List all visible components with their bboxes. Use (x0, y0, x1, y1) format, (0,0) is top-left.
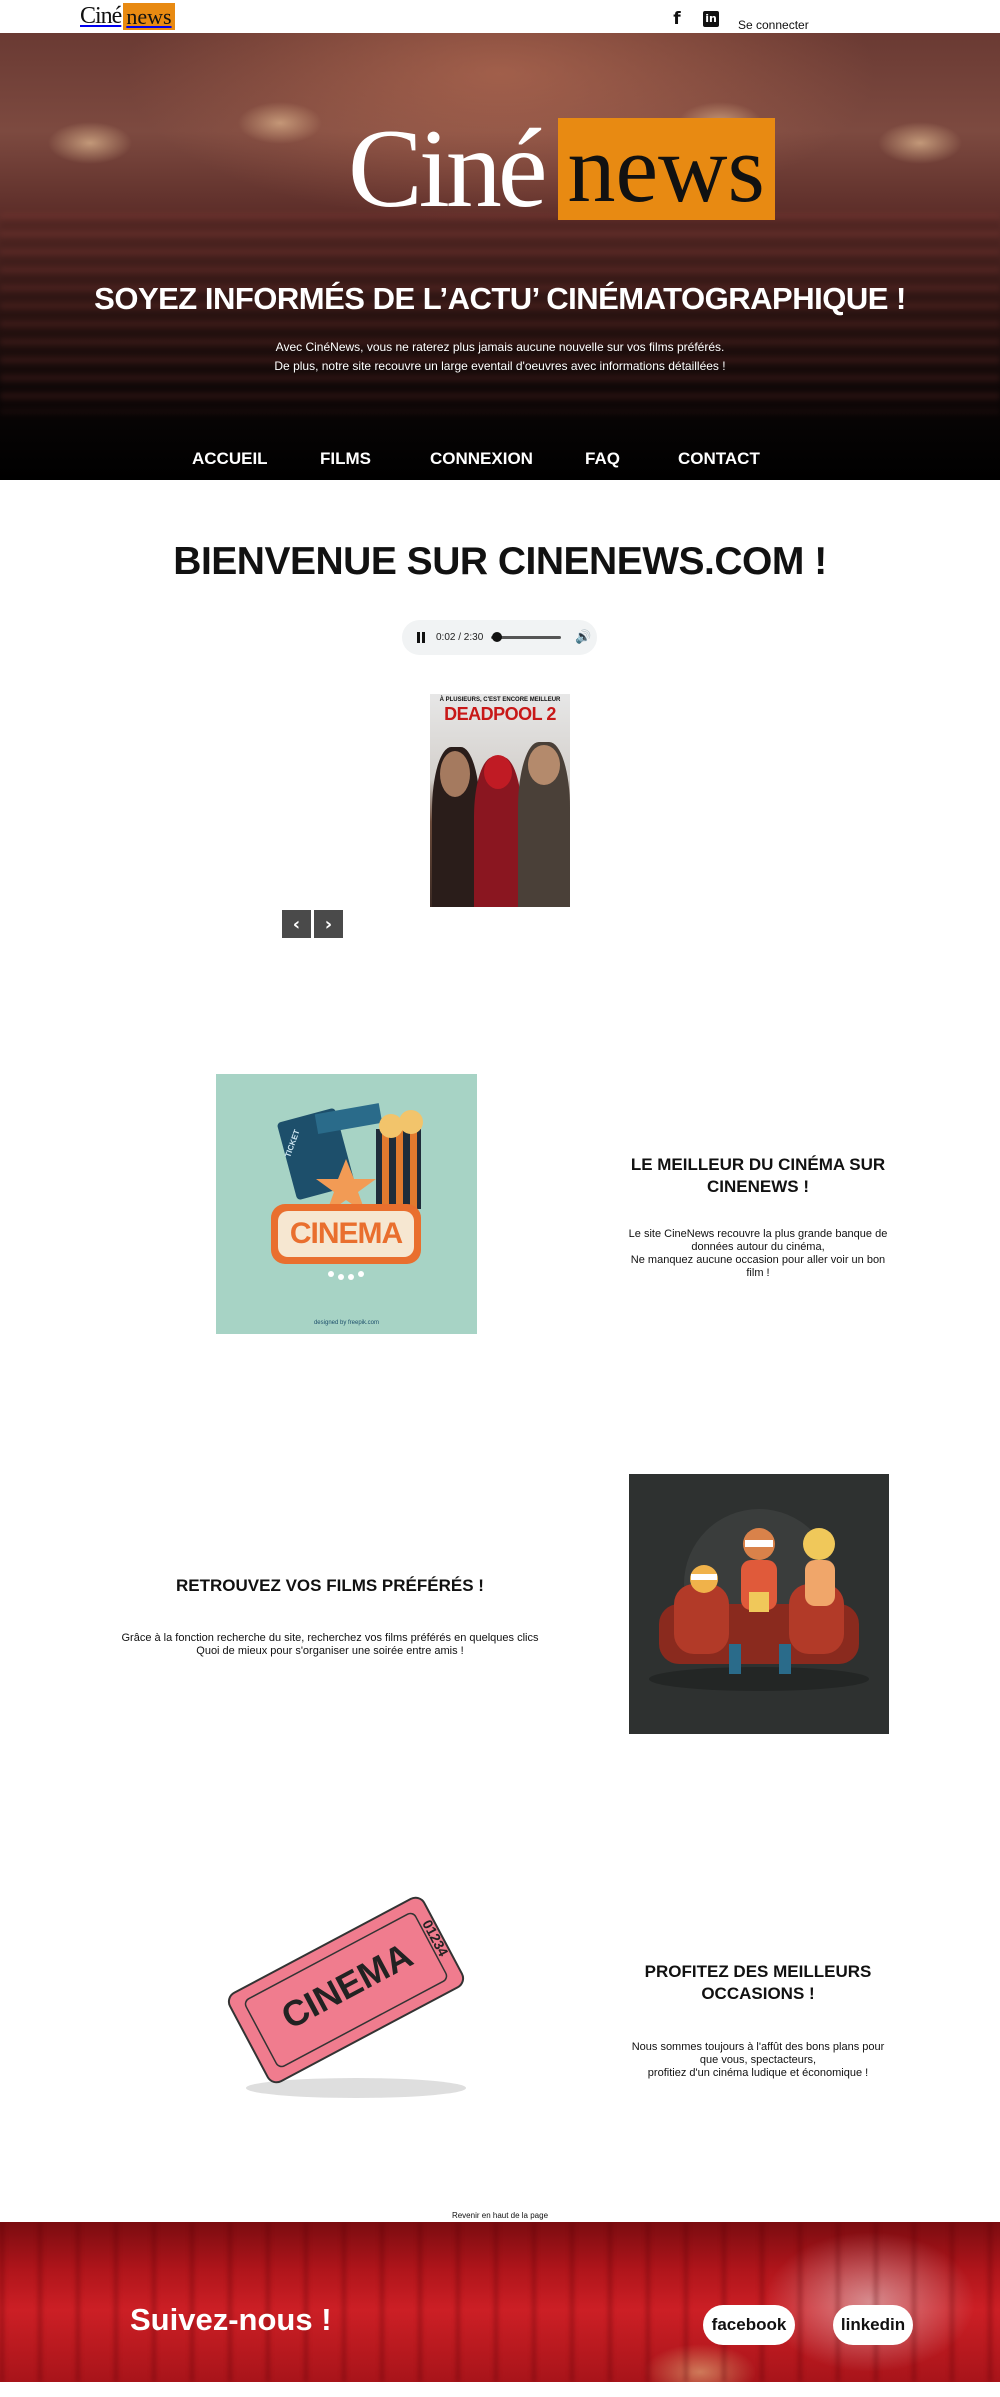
nav-item-films[interactable]: FILMS (320, 449, 371, 469)
poster-figure (484, 755, 512, 789)
audio-seek-bar[interactable] (491, 632, 562, 642)
carousel-prev-button[interactable]: ‹ (282, 910, 311, 938)
section1-text-line: film ! (746, 1267, 770, 1279)
hero-logo-cine: Ciné (348, 107, 548, 231)
section1-text-line: Ne manquez aucune occasion pour aller vo… (630, 1254, 886, 1266)
audio-seek-thumb[interactable] (492, 632, 503, 642)
section2-text-line: Grâce à la fonction recherche du site, r… (121, 1632, 539, 1644)
welcome-title: BIENVENUE SUR CINENEWS.COM ! (173, 540, 827, 583)
hero-title: SOYEZ INFORMÉS DE L’ACTU’ CINÉMATOGRAPHI… (94, 281, 906, 316)
nav-item-faq[interactable]: FAQ (585, 449, 620, 469)
linkedin-icon-glyph: in (703, 11, 719, 27)
section1-text-line: Le site CineNews recouvre la plus grande… (628, 1228, 888, 1240)
section3-title: PROFITEZ DES MEILLEURS OCCASIONS ! (644, 1962, 872, 2003)
footer: Suivez-nous ! facebook linkedin (0, 2222, 1000, 2382)
facebook-icon[interactable]: f (668, 9, 686, 29)
cinema-illustration-svg (271, 1103, 423, 1280)
audio-player[interactable]: 0:02 / 2:30 🔊 (402, 620, 597, 655)
hero-logo-news: news (557, 118, 775, 220)
friends-illustration-svg (649, 1509, 869, 1691)
poster-figure (440, 751, 470, 797)
cinema-sign-text: CINEMA (289, 1217, 403, 1250)
section2-title: RETROUVEZ VOS FILMS PRÉFÉRÉS ! (176, 1576, 484, 1595)
site-logo[interactable]: Ciné news (80, 3, 175, 30)
section2-text: Grâce à la fonction recherche du site, r… (110, 1632, 550, 1658)
friends-watching-movie-illustration (629, 1474, 889, 1734)
facebook-button[interactable]: facebook (703, 2305, 795, 2345)
hero-description: Avec CinéNews, vous ne raterez plus jama… (0, 338, 1000, 376)
cinema-ticket-illustration: CINEMA 01234 (216, 1890, 478, 2112)
pause-icon[interactable] (417, 632, 427, 643)
login-link[interactable]: Se connecter (738, 18, 809, 32)
linkedin-button[interactable]: linkedin (833, 2305, 913, 2345)
hero-logo: Ciné news (348, 113, 775, 225)
section1-text: Le site CineNews recouvre la plus grande… (628, 1228, 888, 1280)
nav-item-contact[interactable]: CONTACT (678, 449, 760, 469)
section3-text-line: que vous, spectacteurs, (699, 2054, 817, 2066)
section2-text-line: Quoi de mieux pour s'organiser une soiré… (196, 1645, 464, 1657)
hero-desc-line: Avec CinéNews, vous ne raterez plus jama… (275, 340, 725, 354)
nav-item-connexion[interactable]: CONNEXION (430, 449, 533, 469)
section1-text-line: données autour du cinéma, (691, 1241, 825, 1253)
hero-desc-line: De plus, notre site recouvre un large ev… (274, 359, 726, 373)
linkedin-icon[interactable]: in (702, 10, 720, 28)
volume-icon[interactable]: 🔊 (575, 630, 591, 645)
section3-text: Nous sommes toujours à l'affût des bons … (628, 2041, 888, 2080)
follow-us-title: Suivez-nous ! (130, 2302, 332, 2337)
top-bar: Ciné news f in Se connecter (0, 0, 1000, 33)
logo-news-text: news (123, 3, 175, 30)
section3-text-line: Nous sommes toujours à l'affût des bons … (631, 2041, 885, 2053)
audio-time: 0:02 / 2:30 (436, 632, 484, 643)
carousel-next-button[interactable]: › (314, 910, 343, 938)
section3-text-line: profitiez d'un cinéma ludique et économi… (647, 2067, 869, 2079)
hero-banner: Ciné news SOYEZ INFORMÉS DE L’ACTU’ CINÉ… (0, 33, 1000, 480)
image-credit: designed by freepik.com (313, 1320, 380, 1326)
poster-tagline: À PLUSIEURS, C'EST ENCORE MEILLEUR (439, 697, 561, 703)
logo-cine-text: Ciné (80, 3, 122, 29)
section1-title: LE MEILLEUR DU CINÉMA SUR CINENEWS ! (630, 1155, 886, 1196)
cinema-illustration: CINEMA TICKET designed by freepik.com (216, 1074, 477, 1334)
poster-title: DEADPOOL 2 (444, 704, 556, 724)
back-to-top-link[interactable]: Revenir en haut de la page (0, 2211, 1000, 2220)
carousel-poster: À PLUSIEURS, C'EST ENCORE MEILLEUR DEADP… (430, 694, 570, 907)
poster-figure (528, 745, 560, 785)
nav-item-accueil[interactable]: ACCUEIL (192, 449, 268, 469)
